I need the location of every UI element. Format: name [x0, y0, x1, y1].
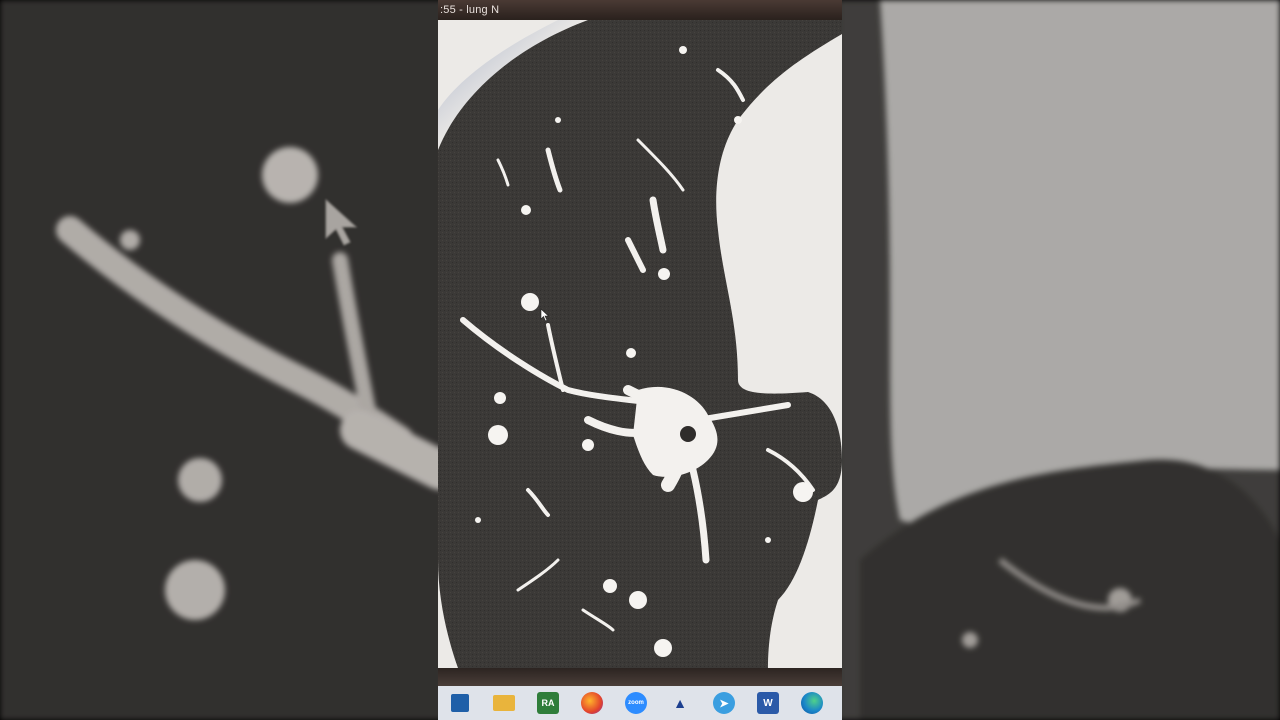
monitor-bezel	[438, 668, 842, 686]
firefox-icon	[581, 692, 603, 714]
ct-lung-image	[438, 20, 842, 668]
edge-icon	[801, 692, 823, 714]
zoom-icon: zoom	[625, 692, 647, 714]
app-pin-icon: ▲	[673, 695, 687, 711]
word-icon: W	[757, 692, 779, 714]
video-panel: :55 - lung N RA zoom ▲ ➤ W	[438, 0, 842, 720]
telegram-icon: ➤	[713, 692, 735, 714]
background-cursor-icon	[325, 198, 358, 246]
taskbar-firefox-button[interactable]	[570, 686, 614, 720]
taskbar-zoom-button[interactable]: zoom	[614, 686, 658, 720]
mouse-cursor-icon	[540, 308, 550, 322]
window-title: :55 - lung N	[440, 4, 500, 16]
taskbar-edge-button[interactable]	[790, 686, 834, 720]
window-title-bar: :55 - lung N	[438, 0, 842, 20]
start-icon	[451, 694, 469, 712]
taskbar-telegram-button[interactable]: ➤	[702, 686, 746, 720]
taskbar-word-button[interactable]: W	[746, 686, 790, 720]
ra-app-icon: RA	[537, 692, 559, 714]
taskbar: RA zoom ▲ ➤ W	[438, 686, 842, 720]
taskbar-ra-button[interactable]: RA	[526, 686, 570, 720]
taskbar-file-explorer-button[interactable]	[482, 686, 526, 720]
taskbar-start-button[interactable]	[438, 686, 482, 720]
taskbar-app-button[interactable]: ▲	[658, 686, 702, 720]
ct-image-viewer[interactable]	[438, 20, 842, 668]
file-explorer-icon	[493, 695, 515, 711]
